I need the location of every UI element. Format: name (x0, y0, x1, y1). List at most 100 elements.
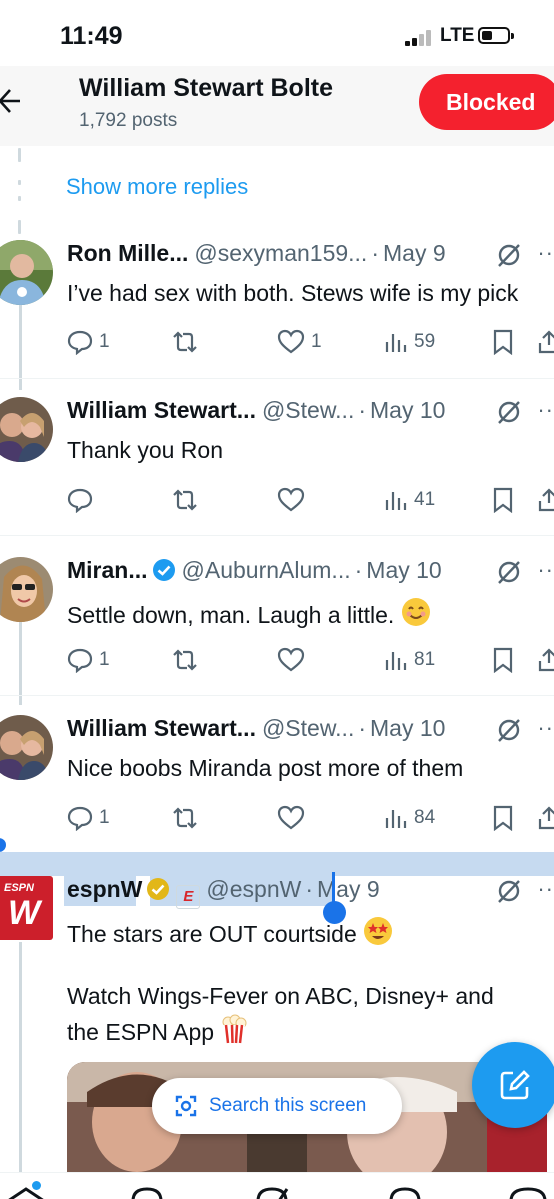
show-more-replies-link[interactable]: Show more replies (66, 174, 248, 200)
reply-text: I’ve had sex with both. Stews wife is my… (67, 280, 519, 306)
popcorn-emoji-icon (222, 1014, 247, 1044)
bookmark-button[interactable] (492, 645, 514, 675)
post-text-line: The stars are OUT courtside (67, 916, 393, 948)
post-count: 1,792 posts (79, 110, 178, 131)
author-name[interactable]: Miran... (67, 557, 148, 583)
thread-line (19, 942, 22, 1172)
repost-button[interactable] (170, 327, 200, 357)
smiling-emoji-icon (401, 598, 430, 626)
selection-start-handle[interactable] (0, 838, 6, 852)
views-button[interactable]: 84 (384, 803, 435, 833)
reply-icon (67, 806, 93, 831)
action-bar: 1 84 (0, 803, 554, 833)
bookmark-button[interactable] (492, 327, 514, 357)
bookmark-button[interactable] (492, 485, 514, 515)
author-handle[interactable]: @sexyman159... (194, 240, 367, 266)
grok-icon[interactable] (496, 242, 522, 268)
bottom-nav (0, 1172, 554, 1199)
compose-button[interactable] (472, 1042, 554, 1128)
share-button[interactable] (538, 803, 554, 833)
reply-button[interactable]: 1 (67, 645, 110, 675)
post-date[interactable]: May 9 (383, 240, 446, 266)
repost-icon (173, 331, 197, 353)
like-icon (277, 805, 305, 830)
avatar[interactable] (0, 240, 53, 305)
repost-button[interactable] (170, 803, 200, 833)
reply-button[interactable]: 1 (67, 327, 110, 357)
home-icon[interactable] (6, 1187, 46, 1199)
views-button[interactable]: 59 (384, 327, 435, 357)
avatar[interactable] (0, 557, 53, 622)
avatar[interactable] (0, 397, 53, 462)
share-icon (538, 330, 554, 354)
views-icon (385, 334, 407, 352)
like-button[interactable] (277, 485, 305, 515)
post-date[interactable]: May 10 (370, 715, 445, 741)
action-bar: 41 (0, 485, 554, 515)
like-button[interactable] (277, 645, 305, 675)
more-icon[interactable]: ·· (537, 397, 554, 423)
divider (0, 378, 554, 379)
verified-icon (152, 559, 175, 581)
action-bar: 1 1 59 (0, 327, 554, 357)
separator-dot: · (305, 876, 313, 902)
blocked-button[interactable]: Blocked (419, 74, 554, 130)
search-icon[interactable] (130, 1187, 164, 1199)
author-handle[interactable]: @AuburnAlum... (182, 557, 351, 583)
bookmark-icon (493, 647, 513, 673)
communities-icon[interactable] (388, 1187, 422, 1199)
share-button[interactable] (538, 485, 554, 515)
more-icon[interactable]: ·· (537, 240, 554, 266)
avatar[interactable] (0, 715, 53, 780)
more-icon[interactable]: ·· (537, 557, 554, 583)
back-arrow-icon[interactable] (0, 86, 20, 116)
author-name[interactable]: William Stewart... (67, 715, 256, 741)
author-handle[interactable]: @Stew... (262, 715, 354, 741)
action-bar: 1 81 (0, 645, 554, 675)
more-icon[interactable]: ·· (537, 715, 554, 741)
reply-button[interactable] (67, 485, 93, 515)
grok-icon[interactable] (255, 1187, 289, 1199)
grok-icon[interactable] (496, 559, 522, 585)
repost-button[interactable] (170, 485, 200, 515)
post-date[interactable]: May 9 (317, 876, 380, 902)
share-icon (538, 648, 554, 672)
grok-icon[interactable] (496, 399, 522, 425)
like-count: 1 (311, 331, 322, 352)
reply-button[interactable]: 1 (67, 803, 110, 833)
reply-meta: William Stewart... @Stew... · May 10 ·· (67, 397, 554, 431)
separator-dot: · (358, 397, 367, 423)
post-date[interactable]: May 10 (370, 397, 445, 423)
bookmark-button[interactable] (492, 803, 514, 833)
compose-icon (500, 1070, 530, 1100)
author-handle[interactable]: @espnW (206, 876, 301, 902)
repost-icon (173, 649, 197, 671)
author-name[interactable]: Ron Mille... (67, 240, 188, 266)
author-handle[interactable]: @Stew... (262, 397, 354, 423)
views-count: 59 (414, 331, 436, 352)
views-button[interactable]: 41 (384, 485, 435, 515)
separator-dot: · (354, 557, 363, 583)
search-screen-button[interactable]: Search this screen (152, 1078, 402, 1134)
profile-header: William Stewart Bolte 1,792 posts Blocke… (0, 66, 554, 146)
views-icon (385, 492, 407, 510)
author-name[interactable]: espnW (67, 876, 142, 902)
share-button[interactable] (538, 645, 554, 675)
repost-button[interactable] (170, 645, 200, 675)
share-button[interactable] (538, 327, 554, 357)
signal-icon (405, 30, 435, 46)
like-button[interactable] (277, 803, 305, 833)
views-button[interactable]: 81 (384, 645, 435, 675)
avatar[interactable]: ESPN W (0, 876, 53, 940)
status-time: 11:49 (60, 22, 123, 50)
avatar-brand-letter: W (8, 894, 41, 932)
author-name[interactable]: William Stewart... (67, 397, 256, 423)
notifications-icon[interactable] (508, 1187, 548, 1199)
post-date[interactable]: May 10 (366, 557, 441, 583)
grok-icon[interactable] (496, 717, 522, 743)
reply-meta: Miran... @AuburnAlum... · May 10 ·· (67, 557, 554, 591)
grok-icon[interactable] (496, 878, 522, 904)
like-button[interactable]: 1 (277, 327, 322, 357)
share-icon (538, 488, 554, 512)
more-icon[interactable]: ·· (537, 876, 554, 902)
